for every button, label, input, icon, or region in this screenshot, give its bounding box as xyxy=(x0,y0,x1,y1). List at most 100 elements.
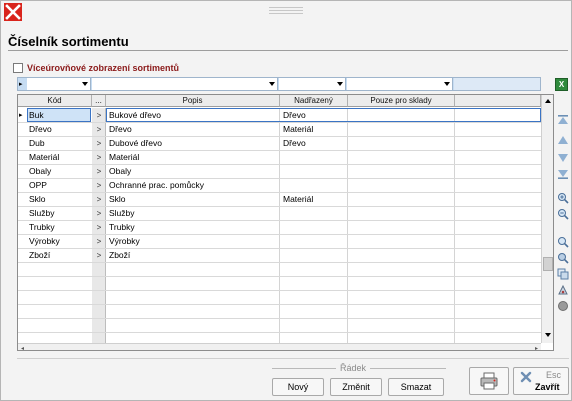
cell-nadrazeny xyxy=(283,165,347,178)
cell-popis: Bukové dřevo xyxy=(109,110,161,120)
row-expander-icon[interactable]: > xyxy=(92,193,106,206)
cell-nadrazeny: Materiál xyxy=(283,194,314,204)
new-button[interactable]: Nový xyxy=(272,378,324,396)
multilevel-toggle[interactable]: Víceúrovňové zobrazení sortimentů xyxy=(13,62,179,74)
table-row[interactable]: Služby > Služby xyxy=(18,207,541,220)
cell-kod: Materiál xyxy=(29,152,60,162)
filter-empty[interactable] xyxy=(454,78,540,90)
col-header-blank xyxy=(455,95,541,107)
scroll-down-icon[interactable] xyxy=(545,333,551,337)
col-header-nadrazeny[interactable]: Nadřazený xyxy=(280,95,348,107)
zoom-in-icon[interactable] xyxy=(556,191,570,205)
print-button[interactable] xyxy=(469,367,509,395)
footer-divider xyxy=(17,358,569,359)
record-icon[interactable] xyxy=(556,299,570,313)
row-expander-icon[interactable]: > xyxy=(92,109,106,122)
cell-nadrazeny xyxy=(283,207,347,220)
col-header-kod[interactable]: Kód xyxy=(18,95,92,107)
table-row[interactable]: Výrobky > Výrobky xyxy=(18,235,541,248)
cell-pouze-pro-sklady xyxy=(351,165,453,178)
row-divider xyxy=(18,276,541,277)
chevron-down-icon xyxy=(82,82,88,86)
window: Číselník sortimentu Víceúrovňové zobraze… xyxy=(0,0,572,401)
row-expander-icon[interactable]: > xyxy=(92,235,106,248)
filter-row: ▸ xyxy=(17,77,541,91)
cell-kod: Dub xyxy=(29,138,45,148)
last-record-icon[interactable] xyxy=(556,167,570,181)
table-row[interactable]: Buk > Bukové dřevo Dřevo xyxy=(18,109,541,122)
sortiment-grid: Kód ... Popis Nadřazený Pouze pro sklady… xyxy=(17,94,554,351)
close-icon xyxy=(520,371,532,383)
filter-pouze-pro-sklady[interactable] xyxy=(347,78,453,90)
previous-record-icon[interactable] xyxy=(556,133,570,147)
first-record-icon[interactable] xyxy=(556,113,570,127)
col-header-popis[interactable]: Popis xyxy=(106,95,280,107)
cell-popis: Služby xyxy=(109,208,135,218)
cell-popis: Výrobky xyxy=(109,236,140,246)
copy-icon[interactable] xyxy=(556,267,570,281)
cell-kod: Výrobky xyxy=(29,236,60,246)
table-row[interactable]: Obaly > Obaly xyxy=(18,165,541,178)
cell-pouze-pro-sklady xyxy=(351,179,453,192)
scroll-left-icon[interactable]: ◂ xyxy=(21,345,24,350)
cell-pouze-pro-sklady xyxy=(351,235,453,248)
cell-nadrazeny xyxy=(283,249,347,262)
table-row[interactable]: Dub > Dubové dřevo Dřevo xyxy=(18,137,541,150)
cell-nadrazeny: Materiál xyxy=(283,124,314,134)
filter-popis[interactable] xyxy=(92,78,278,90)
zoom-out-icon[interactable] xyxy=(556,207,570,221)
filter-row-indicator-icon: ▸ xyxy=(19,81,23,88)
table-row[interactable]: Materiál > Materiál xyxy=(18,151,541,164)
scroll-right-icon[interactable]: ▸ xyxy=(535,345,538,350)
close-window-icon[interactable] xyxy=(4,3,22,21)
table-row[interactable]: Sklo > Sklo Materiál xyxy=(18,193,541,206)
row-expander-icon[interactable]: > xyxy=(92,179,106,192)
excel-export-icon[interactable]: X xyxy=(555,78,568,91)
title-divider xyxy=(8,50,568,51)
cell-kod: Dřevo xyxy=(29,124,52,134)
paint-icon[interactable] xyxy=(556,283,570,297)
table-row[interactable]: OPP > Ochranné prac. pomůcky xyxy=(18,179,541,192)
row-expander-icon[interactable]: > xyxy=(92,165,106,178)
vertical-scrollbar[interactable] xyxy=(541,95,553,343)
horizontal-scrollbar[interactable]: ◂ ▸ xyxy=(18,343,541,350)
scroll-up-icon[interactable] xyxy=(545,99,551,103)
search-icon[interactable] xyxy=(556,235,570,249)
cell-popis: Trubky xyxy=(109,222,135,232)
cell-kod: Buk xyxy=(29,110,44,120)
row-expander-icon[interactable]: > xyxy=(92,221,106,234)
next-record-icon[interactable] xyxy=(556,151,570,165)
row-expander-icon[interactable]: > xyxy=(92,207,106,220)
cell-popis: Dubové dřevo xyxy=(109,138,162,148)
delete-button[interactable]: Smazat xyxy=(388,378,444,396)
table-row[interactable]: Trubky > Trubky xyxy=(18,221,541,234)
col-header-pouze-pro-sklady[interactable]: Pouze pro sklady xyxy=(348,95,455,107)
cell-kod: Sklo xyxy=(29,194,46,204)
table-row[interactable]: Dřevo > Dřevo Materiál xyxy=(18,123,541,136)
row-expander-icon[interactable]: > xyxy=(92,249,106,262)
close-shortcut: Esc xyxy=(546,370,562,380)
filter-nadrazeny[interactable] xyxy=(279,78,346,90)
scroll-thumb[interactable] xyxy=(543,257,553,271)
chevron-down-icon xyxy=(444,82,450,86)
cell-kod: Obaly xyxy=(29,166,52,176)
cell-nadrazeny: Dřevo xyxy=(283,110,306,120)
col-header-expander[interactable]: ... xyxy=(92,95,106,107)
drag-grip[interactable] xyxy=(269,7,303,17)
cell-pouze-pro-sklady xyxy=(351,249,453,262)
cell-nadrazeny xyxy=(283,235,347,248)
row-divider xyxy=(18,262,541,263)
cell-kod: Zboží xyxy=(29,250,51,260)
edit-button[interactable]: Změnit xyxy=(330,378,382,396)
filter-kod[interactable] xyxy=(27,78,91,90)
row-expander-icon[interactable]: > xyxy=(92,151,106,164)
find-next-icon[interactable] xyxy=(556,251,570,265)
multilevel-checkbox[interactable] xyxy=(13,63,23,73)
close-button[interactable]: Esc Zavřít xyxy=(513,367,569,395)
table-row[interactable]: Zboží > Zboží xyxy=(18,249,541,262)
row-expander-icon[interactable]: > xyxy=(92,137,106,150)
cell-pouze-pro-sklady xyxy=(351,137,453,150)
row-expander-icon[interactable]: > xyxy=(92,123,106,136)
row-divider xyxy=(18,290,541,291)
cell-kod: Služby xyxy=(29,208,55,218)
